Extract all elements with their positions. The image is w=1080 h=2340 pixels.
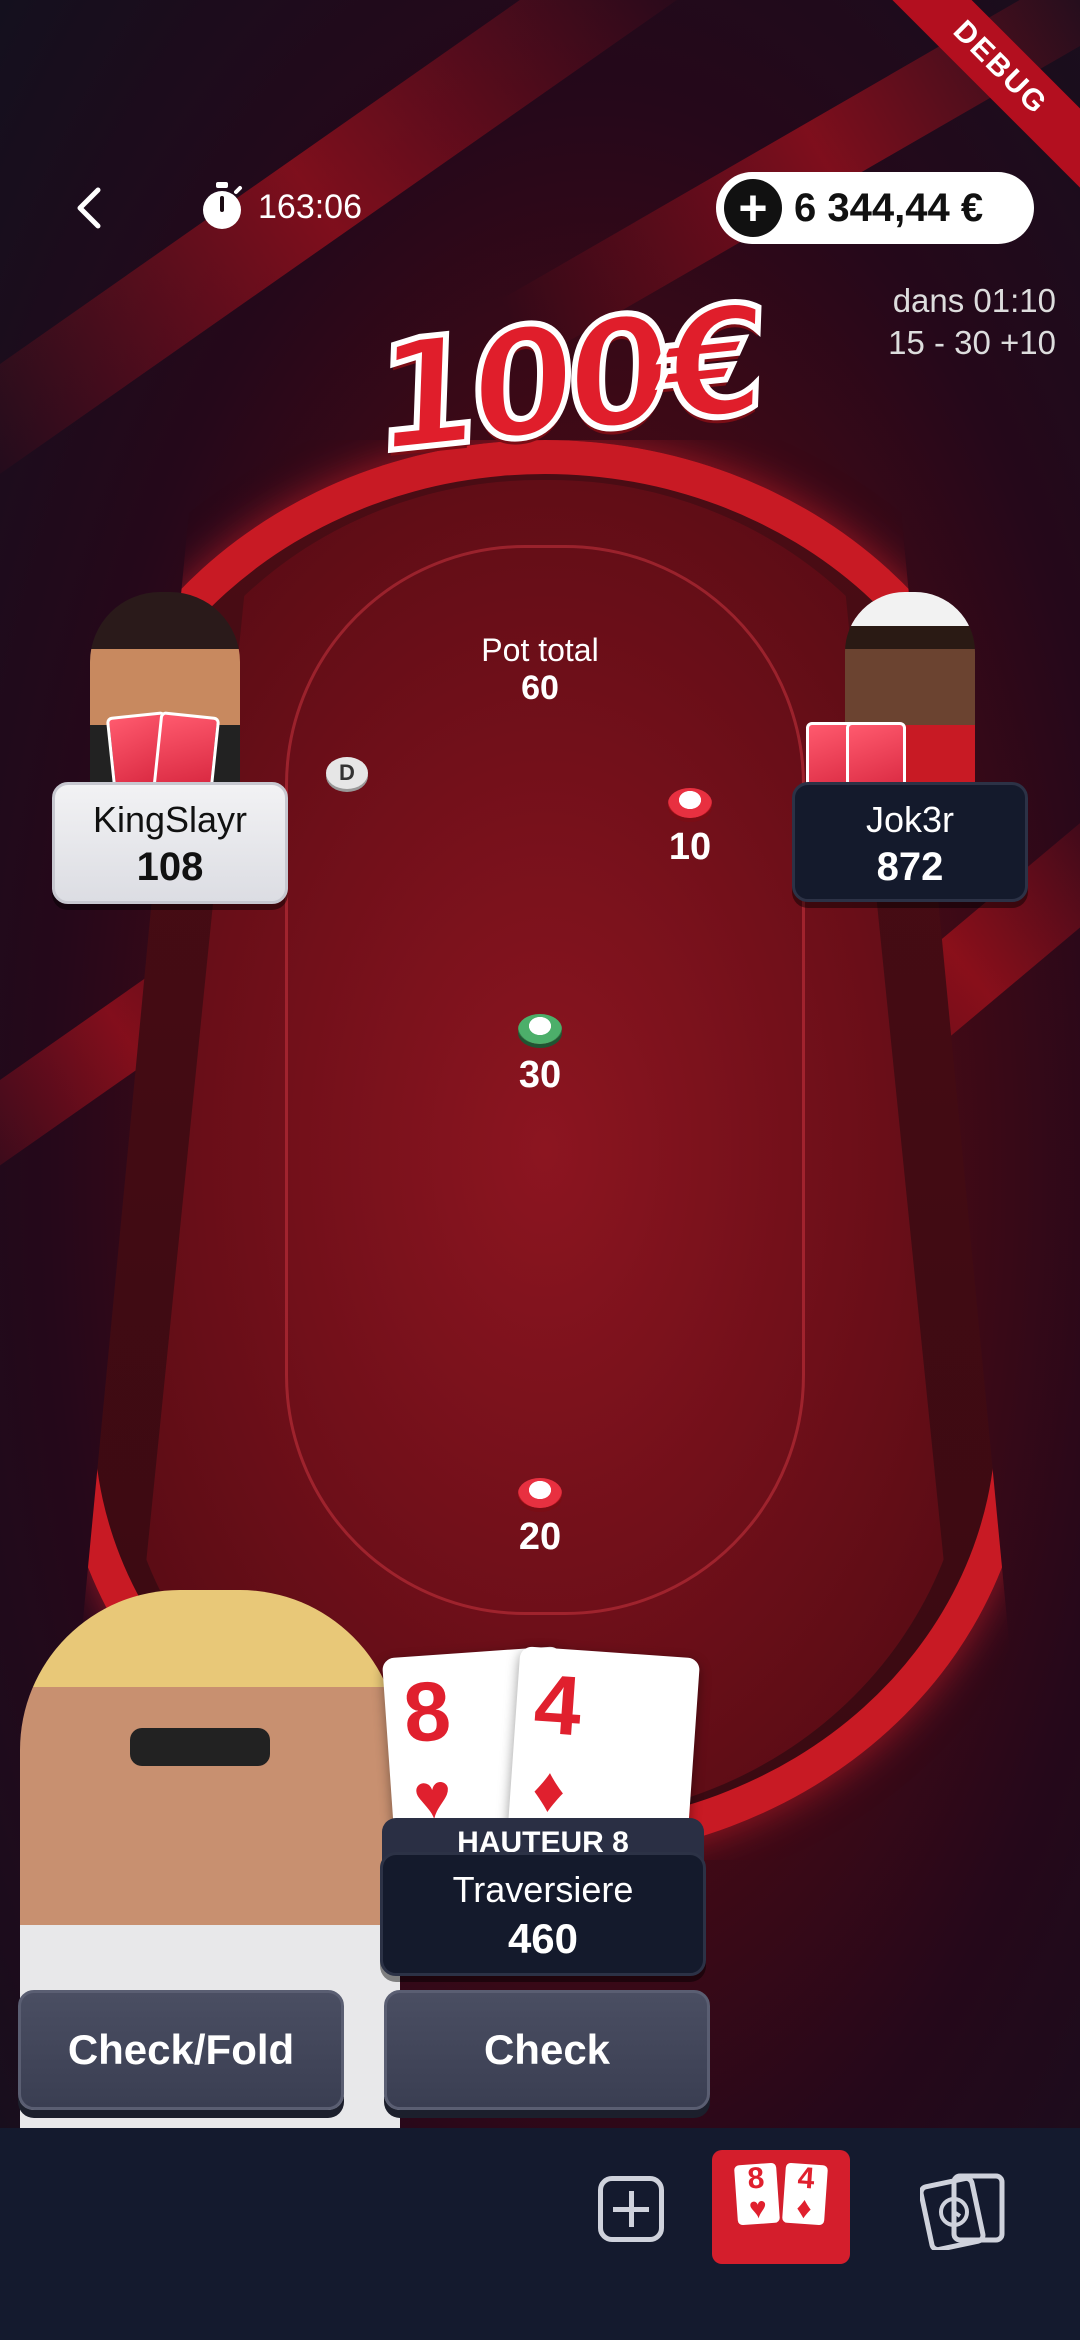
player-plate-right[interactable]: Jok3r 872 xyxy=(792,782,1028,902)
next-level-timer: dans 01:10 xyxy=(892,282,1056,319)
add-table-icon[interactable] xyxy=(598,2176,664,2242)
chevron-left-icon xyxy=(77,187,101,229)
session-timer: 163:06 xyxy=(200,182,362,232)
diamond-icon: ♦ xyxy=(530,1752,568,1827)
stopwatch-icon xyxy=(203,182,242,229)
player-name: Jok3r xyxy=(865,799,955,840)
player-name: KingSlayr xyxy=(92,799,248,840)
bet-hero: 20 xyxy=(518,1516,562,1558)
balance-pill[interactable]: + 6 344,44 € xyxy=(716,172,1034,244)
player-stack: 872 xyxy=(876,845,944,889)
bottom-toolbar xyxy=(0,2128,1080,2340)
blind-levels: 15 - 30 +10 xyxy=(888,324,1056,361)
card-rank: 4 xyxy=(531,1656,585,1754)
bet-right: 10 xyxy=(668,826,712,868)
pot-value: 60 xyxy=(521,669,559,707)
balance-value: 6 344,44 € xyxy=(794,185,984,230)
blinds-info: dans 01:10 15 - 30 +10 xyxy=(888,280,1056,364)
bet-center: 30 xyxy=(518,1054,562,1096)
dealer-button: D xyxy=(326,757,368,789)
pot-label: Pot total xyxy=(481,632,599,668)
hand-history-icon[interactable] xyxy=(918,2170,1010,2253)
player-stack: 108 xyxy=(136,845,204,889)
chip-stack-right xyxy=(668,788,712,818)
check-button[interactable]: Check xyxy=(384,1990,710,2110)
add-funds-icon[interactable]: + xyxy=(724,179,782,237)
prize-amount: 100€ xyxy=(369,269,765,491)
mini-card-2: 4 ♦ xyxy=(781,2161,829,2225)
card-rank: 8 xyxy=(400,1663,454,1761)
back-button[interactable] xyxy=(68,184,108,232)
pot-display: Pot total 60 xyxy=(420,632,660,708)
chip-stack-hero xyxy=(518,1478,562,1508)
current-hand-tab[interactable]: 8 ♥ 4 ♦ xyxy=(712,2150,850,2264)
timer-value: 163:06 xyxy=(258,187,362,226)
hero-stack: 460 xyxy=(507,1915,579,1962)
hero-plate: Traversiere 460 xyxy=(380,1852,706,1976)
sunglasses-icon xyxy=(130,1728,270,1766)
check-fold-button[interactable]: Check/Fold xyxy=(18,1990,344,2110)
chip-stack-center xyxy=(518,1014,562,1044)
hero-name: Traversiere xyxy=(452,1869,634,1910)
player-plate-left[interactable]: KingSlayr 108 xyxy=(52,782,288,904)
mini-card-1: 8 ♥ xyxy=(733,2161,781,2226)
